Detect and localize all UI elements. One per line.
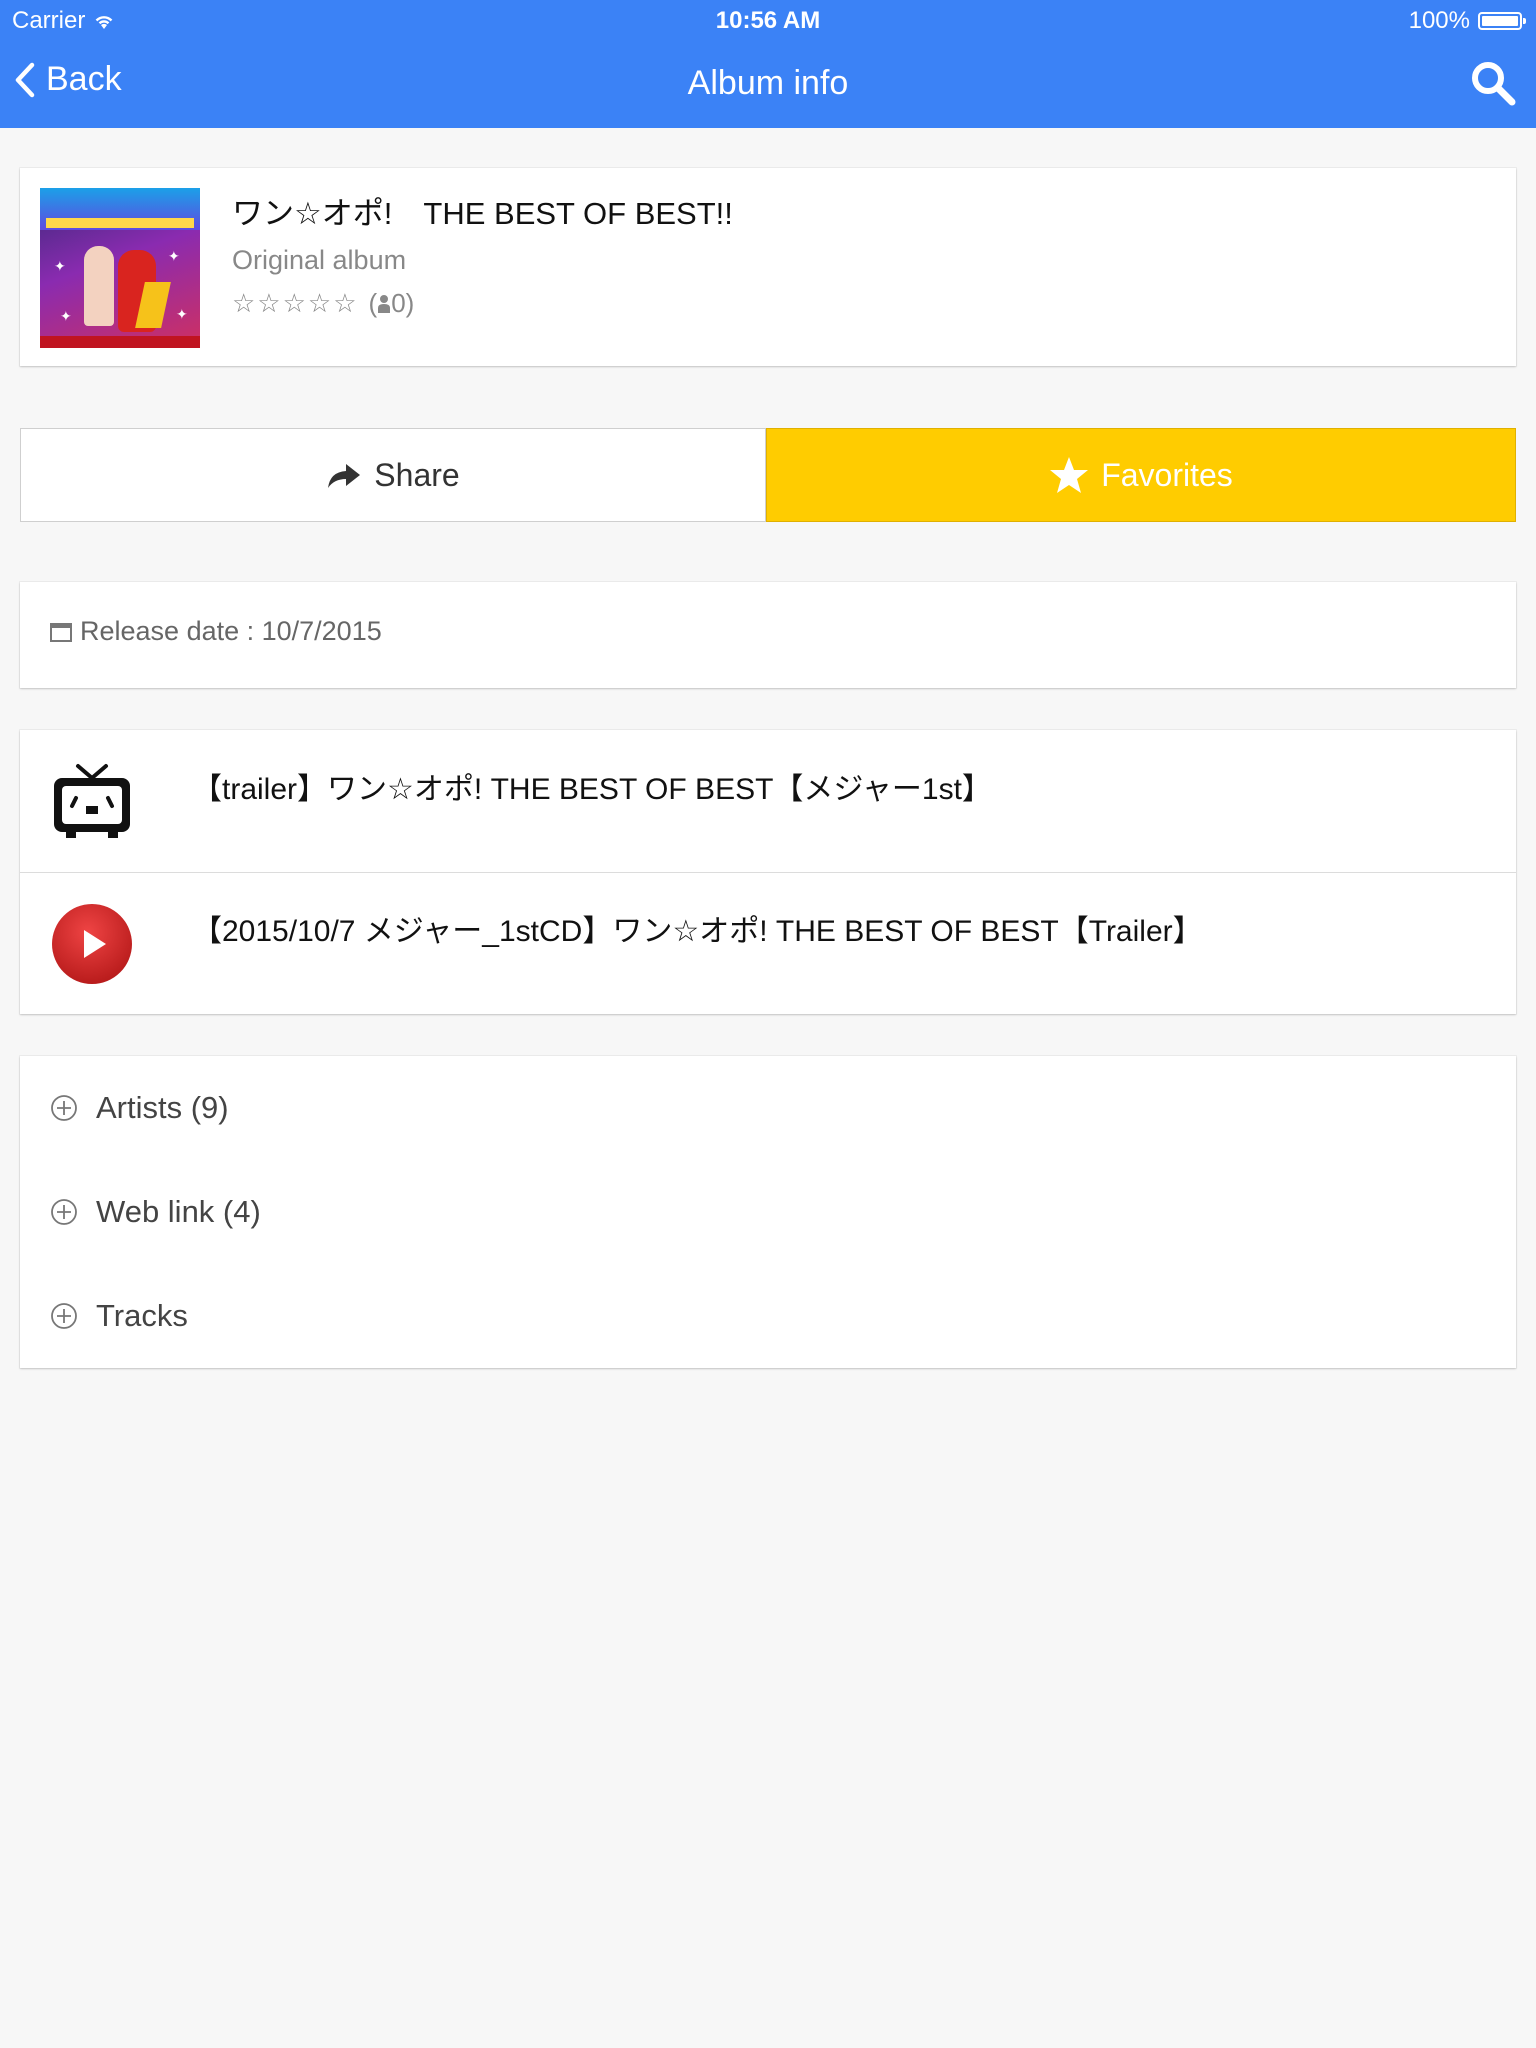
- plus-circle-icon: [51, 1095, 77, 1121]
- section-tracks[interactable]: Tracks: [20, 1264, 1516, 1368]
- album-cover-image[interactable]: ✦ ✦ ✦ ✦: [40, 188, 200, 348]
- video-title: 【2015/10/7 メジャー_1stCD】ワン☆オポ! THE BEST OF…: [192, 915, 1203, 948]
- favorites-label: Favorites: [1101, 456, 1233, 493]
- share-icon: [328, 464, 361, 488]
- battery-icon: [1478, 12, 1526, 30]
- favorites-button[interactable]: Favorites: [766, 428, 1516, 522]
- status-time: 10:56 AM: [715, 7, 821, 34]
- top-header: Carrier 10:56 AM 100% Back Album info: [0, 0, 1536, 128]
- share-button[interactable]: Share: [20, 428, 766, 522]
- rating-stars: ☆☆☆☆☆: [232, 288, 359, 318]
- section-label: Tracks: [96, 1298, 188, 1333]
- album-type: Original album: [232, 245, 407, 275]
- video-item-trailer-youtube[interactable]: 【2015/10/7 メジャー_1stCD】ワン☆オポ! THE BEST OF…: [20, 872, 1516, 1014]
- rating-count: ( 0): [369, 288, 415, 319]
- album-rating[interactable]: ☆☆☆☆☆ ( 0): [232, 288, 1496, 319]
- rating-count-value: 0): [391, 288, 415, 318]
- action-row: Share Favorites: [20, 428, 1516, 522]
- release-card: Release date : 10/7/2015: [20, 582, 1516, 688]
- section-label: Artists (9): [96, 1090, 229, 1125]
- release-date-text: Release date : 10/7/2015: [80, 616, 382, 646]
- person-icon: [378, 294, 391, 313]
- video-title: 【trailer】ワン☆オポ! THE BEST OF BEST【メジャー1st…: [192, 773, 992, 806]
- share-label: Share: [374, 456, 460, 493]
- niconico-tv-icon: [54, 764, 130, 838]
- album-card: ✦ ✦ ✦ ✦ ワン☆オポ! THE BEST OF BEST!! Origin…: [20, 168, 1516, 366]
- search-icon[interactable]: [1468, 58, 1518, 108]
- nav-bar: Back Album info: [0, 40, 1536, 128]
- video-item-trailer-niconico[interactable]: 【trailer】ワン☆オポ! THE BEST OF BEST【メジャー1st…: [20, 730, 1516, 873]
- plus-circle-icon: [51, 1199, 77, 1225]
- album-info: ワン☆オポ! THE BEST OF BEST!! Original album…: [232, 184, 1496, 319]
- status-battery: 100%: [1408, 7, 1526, 35]
- status-bar: Carrier 10:56 AM 100%: [0, 0, 1536, 40]
- page-title: Album info: [687, 64, 849, 102]
- rating-open-paren: (: [368, 288, 378, 318]
- release-date: Release date : 10/7/2015: [50, 616, 382, 647]
- section-artists[interactable]: Artists (9): [20, 1056, 1516, 1160]
- youtube-play-icon: [52, 904, 132, 984]
- section-web-link[interactable]: Web link (4): [20, 1160, 1516, 1264]
- calendar-icon: [50, 622, 72, 642]
- video-list: 【trailer】ワン☆オポ! THE BEST OF BEST【メジャー1st…: [20, 730, 1516, 1014]
- sections-accordion: Artists (9) Web link (4) Tracks: [20, 1056, 1516, 1368]
- section-label: Web link (4): [96, 1194, 261, 1229]
- plus-circle-icon: [51, 1303, 77, 1329]
- battery-percent: 100%: [1408, 7, 1470, 34]
- star-icon: [1050, 457, 1089, 493]
- album-title: ワン☆オポ! THE BEST OF BEST!!: [232, 196, 733, 231]
